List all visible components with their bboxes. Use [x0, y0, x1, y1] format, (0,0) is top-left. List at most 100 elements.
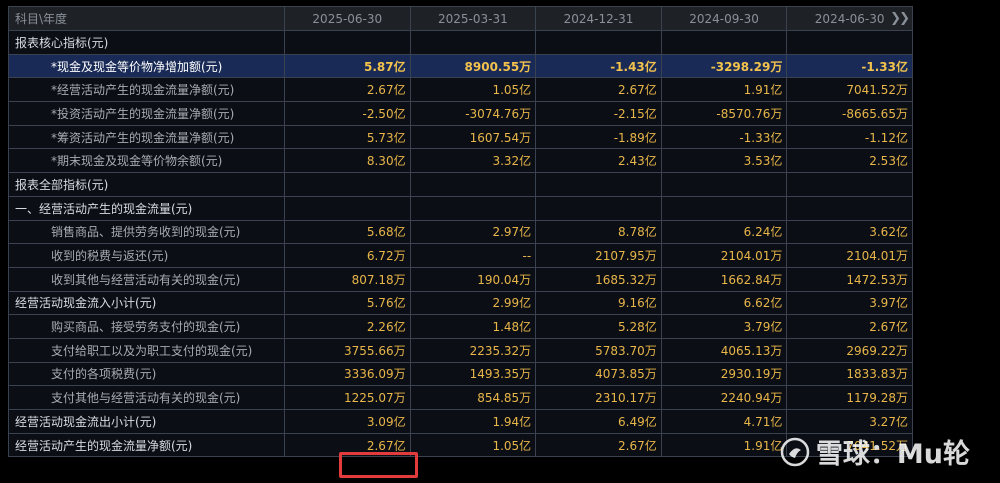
double-chevron-right-icon[interactable]: ❯❯: [890, 11, 910, 26]
row-label: 经营活动现金流入小计(元): [8, 290, 285, 316]
cell-value: 2.43亿: [535, 148, 662, 174]
cell-value: 2.53亿: [786, 148, 913, 174]
table-row[interactable]: 报表全部指标(元): [8, 172, 913, 197]
cell-value: [786, 172, 913, 197]
cell-value: 8.78亿: [535, 219, 662, 245]
cell-value: 8900.55万: [409, 53, 537, 79]
cell-value: 5.76亿: [284, 290, 411, 316]
header-period[interactable]: 2025-03-31: [409, 6, 537, 31]
cell-value: 854.85万: [409, 385, 537, 410]
table-row[interactable]: 支付给职工以及为职工支付的现金(元) 3755.66万 2235.32万 5783.7…: [8, 337, 913, 363]
cell-value: 6.24亿: [660, 219, 788, 245]
cell-value: [409, 172, 537, 197]
row-label: 销售商品、提供劳务收到的现金(元): [8, 219, 285, 245]
row-label: 经营活动产生的现金流量净额(元): [8, 432, 285, 458]
table-row[interactable]: 支付的各项税费(元) 3336.09万 1493.35万 4073.85万 2930.1…: [8, 361, 913, 387]
cell-value: -1.12亿: [786, 124, 913, 150]
cell-value: 1662.84万: [660, 266, 788, 292]
cell-value: 2.67亿: [786, 314, 913, 339]
cell-value: 2.67亿: [535, 77, 662, 103]
cell-value: 7041.52万: [786, 77, 913, 103]
cell-value: 2.99亿: [409, 290, 537, 316]
snowball-logo-icon: [780, 437, 810, 466]
cell-value: 3.32亿: [409, 148, 537, 174]
cell-value: 4.71亿: [660, 409, 788, 434]
cell-value: 9.16亿: [535, 290, 662, 316]
cell-value: [660, 30, 788, 55]
cell-value: 3336.09万: [284, 361, 411, 387]
cell-value: -3298.29万: [660, 53, 788, 79]
table-row[interactable]: 收到其他与经营活动有关的现金(元) 807.18万 190.04万 1685.32万 1…: [8, 266, 913, 292]
table-row[interactable]: *现金及现金等价物净增加额(元) 5.87亿 8900.55万 -1.43亿 -3298…: [8, 53, 913, 79]
cell-value: 2969.22万: [786, 337, 913, 363]
cell-value: -1.33亿: [786, 53, 913, 79]
header-period[interactable]: 2024-06-30: [815, 12, 885, 26]
table-row[interactable]: 购买商品、接受劳务支付的现金(元) 2.26亿 1.48亿 5.28亿 3.79亿 2.6…: [8, 314, 913, 339]
table-row[interactable]: 报表核心指标(元): [8, 30, 913, 55]
row-label: *筹资活动产生的现金流量净额(元): [8, 124, 285, 150]
header-period-last[interactable]: 2024-06-30 ❯❯: [786, 6, 913, 31]
table-header-row: 科目\年度 2025-06-30 2025-03-31 2024-12-31 2…: [8, 6, 913, 31]
row-label: 报表核心指标(元): [8, 30, 285, 55]
cell-value: -8570.76万: [660, 101, 788, 126]
cell-value: 4065.13万: [660, 337, 788, 363]
table-row[interactable]: *投资活动产生的现金流量净额(元) -2.50亿 -3074.76万 -2.15亿 -8…: [8, 101, 913, 126]
cell-value: 2104.01万: [786, 243, 913, 268]
cell-value: 6.62亿: [660, 290, 788, 316]
cell-value: 6.49亿: [535, 409, 662, 434]
table-row[interactable]: 收到的税费与返还(元) 6.72万 -- 2107.95万 2104.01万 2104.0…: [8, 243, 913, 268]
table-row[interactable]: 经营活动现金流入小计(元) 5.76亿 2.99亿 9.16亿 6.62亿 3.97亿: [8, 290, 913, 316]
annotation-highlight-box: [339, 452, 418, 478]
cell-value: 1.05亿: [409, 77, 537, 103]
cell-value: 1.91亿: [660, 432, 788, 458]
cell-value: 4073.85万: [535, 361, 662, 387]
header-period[interactable]: 2025-06-30: [284, 6, 411, 31]
row-label: 支付的各项税费(元): [8, 361, 285, 387]
cell-value: 1179.28万: [786, 385, 913, 410]
cell-value: --: [409, 243, 537, 268]
table-row[interactable]: *期末现金及现金等价物余额(元) 8.30亿 3.32亿 2.43亿 3.53亿 2.53…: [8, 148, 913, 174]
cell-value: 5.73亿: [284, 124, 411, 150]
cell-value: 3.79亿: [660, 314, 788, 339]
table-row[interactable]: 经营活动产生的现金流量净额(元) 2.67亿 1.05亿 2.67亿 1.91亿 7041…: [8, 432, 913, 458]
row-label: *投资活动产生的现金流量净额(元): [8, 101, 285, 126]
cell-value: -8665.65万: [786, 101, 913, 126]
cell-value: -1.43亿: [535, 53, 662, 79]
cell-value: [786, 30, 913, 55]
table-row[interactable]: *经营活动产生的现金流量净额(元) 2.67亿 1.05亿 2.67亿 1.91亿 704…: [8, 77, 913, 103]
cell-value: 3755.66万: [284, 337, 411, 363]
header-period[interactable]: 2024-09-30: [660, 6, 788, 31]
cashflow-table: 科目\年度 2025-06-30 2025-03-31 2024-12-31 2…: [8, 6, 913, 458]
table-row[interactable]: 销售商品、提供劳务收到的现金(元) 5.68亿 2.97亿 8.78亿 6.24亿 3.6…: [8, 219, 913, 245]
cell-value: 1225.07万: [284, 385, 411, 410]
table-row[interactable]: *筹资活动产生的现金流量净额(元) 5.73亿 1607.54万 -1.89亿 -1.3…: [8, 124, 913, 150]
header-period[interactable]: 2024-12-31: [535, 6, 662, 31]
cell-value: [409, 195, 537, 221]
cell-value: [284, 30, 411, 55]
cell-value: 5783.70万: [535, 337, 662, 363]
table-row[interactable]: 一、经营活动产生的现金流量(元): [8, 195, 913, 221]
cell-value: 1607.54万: [409, 124, 537, 150]
row-label: *现金及现金等价物净增加额(元): [8, 53, 285, 79]
row-label: 收到的税费与返还(元): [8, 243, 285, 268]
table-row[interactable]: 支付其他与经营活动有关的现金(元) 1225.07万 854.85万 2310.17万…: [8, 385, 913, 410]
cell-value: -2.15亿: [535, 101, 662, 126]
cell-value: 5.87亿: [284, 53, 411, 79]
cell-value: 1.94亿: [409, 409, 537, 434]
cell-value: [660, 195, 788, 221]
cell-value: 3.09亿: [284, 409, 411, 434]
cell-value: 5.68亿: [284, 219, 411, 245]
cell-value: 3.62亿: [786, 219, 913, 245]
cell-value: [409, 30, 537, 55]
row-label: 收到其他与经营活动有关的现金(元): [8, 266, 285, 292]
cell-value: 5.28亿: [535, 314, 662, 339]
cell-value: 1685.32万: [535, 266, 662, 292]
app-root: 科目\年度 2025-06-30 2025-03-31 2024-12-31 2…: [0, 0, 1000, 483]
cell-value: 2107.95万: [535, 243, 662, 268]
row-label: *经营活动产生的现金流量净额(元): [8, 77, 285, 103]
cell-value: 8.30亿: [284, 148, 411, 174]
cell-value: 2930.19万: [660, 361, 788, 387]
cell-value: 3.27亿: [786, 409, 913, 434]
table-row[interactable]: 经营活动现金流出小计(元) 3.09亿 1.94亿 6.49亿 4.71亿 3.27亿: [8, 409, 913, 434]
cell-value: 1.91亿: [660, 77, 788, 103]
